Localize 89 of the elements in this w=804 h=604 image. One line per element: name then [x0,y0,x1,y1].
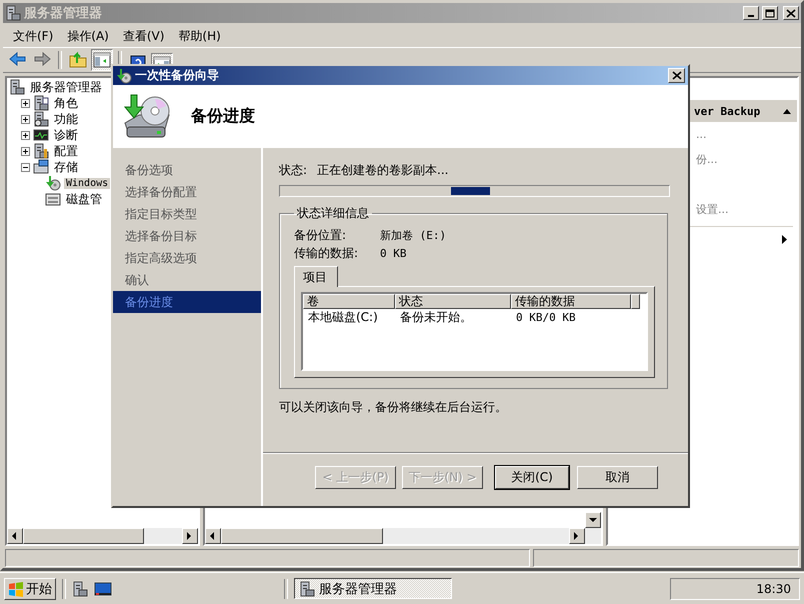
action-link[interactable]: 设置... [696,202,728,217]
tree-item[interactable]: Windows [64,178,110,188]
column-header[interactable] [631,294,640,309]
table-cell-text: 备份未开始。 [399,309,473,326]
field-label: 备份位置: [294,226,348,244]
collapse-icon[interactable] [783,108,791,114]
wizard-step[interactable]: 选择备份配置 [113,181,261,203]
submenu-arrow-icon[interactable] [782,235,787,244]
monitor-icon [33,127,49,143]
server-icon [33,143,49,159]
column-header[interactable]: 状态 [395,294,511,309]
expand-icon[interactable] [21,114,30,124]
arrow-icon [209,532,217,540]
column-header[interactable]: 卷 [303,294,395,309]
server-icon [9,79,25,95]
scroll-right-button[interactable] [569,528,585,544]
tree-item[interactable]: 存储 [52,158,80,176]
taskbar-button[interactable]: 服务器管理器 [294,578,452,599]
wizard-step[interactable]: 备份选项 [113,159,261,181]
folder-icon [68,50,88,70]
server-icon [33,95,49,111]
field-value: 新加卷 (E:) [380,228,446,242]
close-icon [786,8,796,18]
desktop-icon[interactable] [94,580,112,596]
close-button[interactable]: 关闭(C) [495,466,569,489]
table-cell-text: 0 KB/0 KB [515,311,577,324]
storage-icon [33,159,49,175]
tab[interactable]: 项目 [294,266,338,287]
field-label: 传输的数据: [294,244,360,262]
wizard-button[interactable]: 取消 [577,466,658,489]
window-title: 服务器管理器 [24,5,103,22]
menu-item[interactable]: 查看(V) [122,28,164,44]
scroll-down-button[interactable] [585,512,601,528]
arrow-icon [11,532,19,540]
minimize-icon [748,15,754,17]
wizard-step[interactable]: 指定高级选项 [113,247,261,269]
tree-item[interactable]: 磁盘管 [64,190,104,208]
menu-item[interactable]: 文件(F) [13,28,54,44]
status-text: 正在创建卷的卷影副本... [317,162,448,178]
toolbar-button[interactable] [91,49,113,71]
close-button[interactable] [668,68,685,83]
expand-icon[interactable] [21,146,30,156]
status-label: 状态: [279,162,308,178]
wizard-step[interactable]: 指定目标类型 [113,203,261,225]
start-label: 开始 [26,580,52,598]
menu-item[interactable]: 帮助(H) [178,28,221,44]
dialog-title: 一次性备份向导 [135,67,220,84]
taskbar-label: 服务器管理器 [319,580,397,598]
clock: 18:30 [756,582,791,596]
group-title: 状态详细信息 [296,205,370,222]
action-link[interactable]: 份... [696,152,718,167]
close-icon [672,71,682,80]
hint-text: 可以关闭该向导，备份将继续在后台运行。 [279,399,508,416]
maximize-button[interactable] [762,6,778,20]
wizard-step[interactable]: 选择备份目标 [113,225,261,247]
scroll-right-button[interactable] [182,528,198,544]
menu-item[interactable]: 操作(A) [67,28,109,44]
maximize-icon [765,8,775,18]
backup-icon [116,68,132,84]
horizontal-scrollbar[interactable] [7,528,198,544]
arrow-icon [186,532,194,540]
field-value: 0 KB [380,246,406,260]
server-icon [33,111,49,127]
expand-icon[interactable] [21,98,30,108]
scroll-left-button[interactable] [7,528,23,544]
close-button[interactable] [783,6,799,20]
tree-item[interactable]: 功能 [52,110,80,128]
minimize-button[interactable] [743,6,759,20]
wizard-step[interactable]: 备份进度 [113,291,261,313]
windows-logo-icon [8,580,24,596]
tree-item[interactable]: 角色 [52,94,80,112]
column-header[interactable]: 传输的数据 [511,294,631,309]
server-icon [299,580,315,596]
expand-icon[interactable] [21,130,30,140]
scroll-left-button[interactable] [205,528,221,544]
table-cell-text: 本地磁盘(C:) [307,309,379,326]
actions-header: ver Backup [694,104,760,118]
horizontal-scrollbar[interactable] [205,528,601,544]
wizard-step[interactable]: 确认 [113,269,261,291]
action-link[interactable]: ... [696,128,706,141]
backup-icon [45,175,61,191]
server-icon [5,5,21,21]
collapse-icon[interactable] [21,162,30,172]
server-icon[interactable] [72,580,88,596]
tree-item[interactable]: 服务器管理器 [28,78,104,96]
tree-item[interactable]: 配置 [52,142,80,160]
tree-item[interactable]: 诊断 [52,126,80,144]
start-button[interactable]: 开始 [4,578,56,600]
page-heading: 备份进度 [191,106,255,127]
